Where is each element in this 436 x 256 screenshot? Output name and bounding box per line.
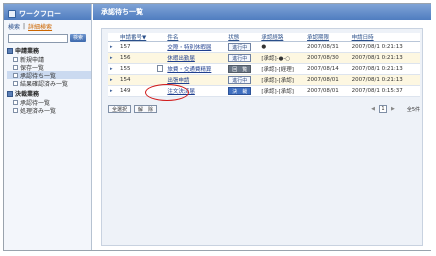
column-number[interactable]: 申請番号▼ xyxy=(118,33,156,42)
row-deadline: 2007/08/30 xyxy=(305,52,350,64)
row-number: 155 xyxy=(118,63,156,75)
row-bullet-icon: ▸ xyxy=(110,66,113,72)
sidebar-title: ワークフロー xyxy=(19,10,61,18)
document-icon xyxy=(13,64,18,70)
nav-tree: 申請業務 新規申請 保存一覧 承認待ち一覧 結果確認済み一覧 決裁業務 承認待一… xyxy=(4,46,91,115)
row-subject-link[interactable]: 出張申請 xyxy=(167,78,189,84)
search-separator: | xyxy=(23,22,26,30)
column-date[interactable]: 申請日時 xyxy=(349,33,420,42)
select-all-button[interactable]: 全選択 xyxy=(108,105,132,113)
search-button[interactable]: 検索 xyxy=(70,34,86,42)
workflow-icon xyxy=(8,10,16,18)
result-count: 全5件 xyxy=(406,106,420,113)
row-deadline: 2007/08/14 xyxy=(305,63,350,75)
page-title: 承認待ち一覧 xyxy=(93,4,431,20)
folder-icon xyxy=(7,90,13,97)
table-row[interactable]: ▸ 157 交際・特別休暇届 進行中 ● 2007/08/31 2007/08/… xyxy=(108,41,420,53)
row-route: ● xyxy=(259,41,306,53)
attachment-icon xyxy=(157,64,164,72)
row-deadline: 2007/08/31 xyxy=(305,41,350,53)
folder-icon xyxy=(7,47,13,54)
column-deadline[interactable]: 承認期限 xyxy=(305,33,350,42)
nav-item-label: 処理済み一覧 xyxy=(20,107,57,115)
row-route: [承認]-[承認] xyxy=(259,85,306,97)
nav-item-processed[interactable]: 処理済み一覧 xyxy=(7,106,91,115)
page-number[interactable]: 1 xyxy=(378,105,387,113)
column-status[interactable]: 状態 xyxy=(226,33,260,42)
prev-page-icon[interactable]: ◀ xyxy=(371,106,375,112)
table-row[interactable]: ▸ 154 出張申請 進行中 [承認]-[承認] 2007/08/01 2007… xyxy=(108,74,420,86)
document-icon xyxy=(13,99,18,105)
status-badge: 進行中 xyxy=(228,54,252,62)
search-row: 検索 xyxy=(4,32,91,44)
row-bullet-icon: ▸ xyxy=(110,55,113,61)
row-route: [承認]-[経理] xyxy=(259,63,306,75)
clear-selection-button[interactable]: 解 除 xyxy=(134,105,158,113)
row-subject-link[interactable]: 休暇出勤届 xyxy=(167,56,195,62)
row-bullet-icon: ▸ xyxy=(110,88,113,94)
row-date: 2007/08/1 0:21:13 xyxy=(349,41,420,53)
column-route[interactable]: 承認経路 xyxy=(259,33,306,42)
row-number: 157 xyxy=(118,41,156,53)
nav-item-result-confirmed[interactable]: 結果確認済み一覧 xyxy=(7,79,91,88)
row-subject-link[interactable]: 旅費・交通費精算 xyxy=(167,67,211,73)
nav-item-label: 結果確認済み一覧 xyxy=(20,80,69,88)
column-icon xyxy=(155,33,166,42)
next-page-icon[interactable]: ▶ xyxy=(391,106,395,112)
document-icon xyxy=(13,72,18,78)
status-badge: 進行中 xyxy=(228,76,252,84)
column-checkbox xyxy=(108,33,118,42)
row-route: [承認]-[承認] xyxy=(259,74,306,86)
document-icon xyxy=(13,107,18,113)
row-date: 2007/08/1 0:21:13 xyxy=(349,74,420,86)
sidebar-header: ワークフロー xyxy=(4,4,91,20)
table-footer: 全選択 解 除 ◀ 1 ▶ 全5件 xyxy=(108,103,420,115)
column-subject[interactable]: 件名 xyxy=(165,33,227,42)
row-bullet-icon: ▸ xyxy=(110,44,113,50)
document-icon xyxy=(13,56,18,62)
search-links: 検索 | 詳細検索 xyxy=(4,20,91,32)
table-row[interactable]: ▸ 156 休暇出勤届 進行中 [承認]-●-○ 2007/08/30 2007… xyxy=(108,52,420,64)
status-badge: 決 裁 xyxy=(228,87,252,95)
list-container: 申請番号▼ 件名 状態 承認経路 承認期限 申請日時 ▸ 157 交際・特別休暇… xyxy=(101,28,423,246)
row-date: 2007/08/1 0:21:13 xyxy=(349,63,420,75)
document-icon xyxy=(13,80,18,86)
search-label: 検索 xyxy=(8,23,21,31)
row-number: 156 xyxy=(118,52,156,64)
highlight-circle xyxy=(145,84,189,101)
status-badge: 回 覧 xyxy=(228,65,252,73)
row-subject-link[interactable]: 交際・特別休暇届 xyxy=(167,45,211,51)
workflow-window: ワークフロー 検索 | 詳細検索 検索 申請業務 新規申請 保存一覧 承認待ち一… xyxy=(3,3,431,251)
main-panel: 承認待ち一覧 申請番号▼ 件名 状態 承認経路 承認期限 申請日時 ▸ 157 … xyxy=(93,4,431,250)
row-deadline: 2007/08/01 xyxy=(305,74,350,86)
row-date: 2007/08/1 0:21:13 xyxy=(349,52,420,64)
status-badge: 進行中 xyxy=(228,43,252,51)
table-row[interactable]: ▸ 155 旅費・交通費精算 回 覧 [承認]-[経理] 2007/08/14 … xyxy=(108,63,420,75)
row-icon-cell xyxy=(155,52,166,64)
advanced-search-link[interactable]: 詳細検索 xyxy=(28,22,52,31)
pager: ◀ 1 ▶ 全5件 xyxy=(371,105,420,113)
row-deadline: 2007/08/01 xyxy=(305,85,350,97)
row-date: 2007/08/1 0:15:37 xyxy=(349,85,420,97)
row-bullet-icon: ▸ xyxy=(110,77,113,83)
row-icon-cell xyxy=(155,41,166,53)
search-input[interactable] xyxy=(8,33,68,43)
table-header-row: 申請番号▼ 件名 状態 承認経路 承認期限 申請日時 xyxy=(108,33,420,42)
row-number: 154 xyxy=(118,74,156,86)
row-route: [承認]-●-○ xyxy=(259,52,306,64)
sidebar: ワークフロー 検索 | 詳細検索 検索 申請業務 新規申請 保存一覧 承認待ち一… xyxy=(4,4,92,250)
